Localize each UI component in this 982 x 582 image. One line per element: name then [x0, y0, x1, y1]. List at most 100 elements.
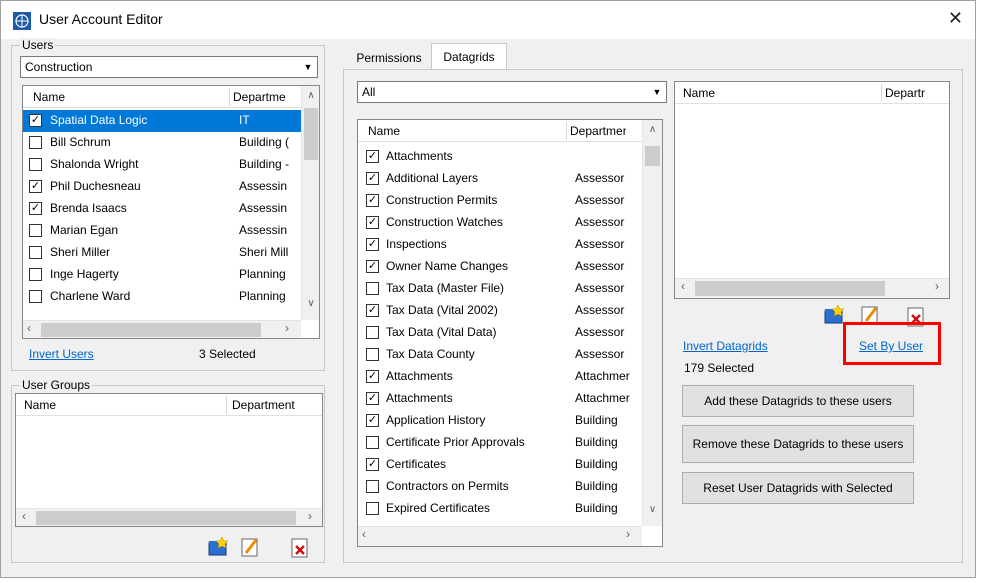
- unchecked-checkbox[interactable]: [29, 290, 42, 303]
- list-item[interactable]: ✓ Certificates Building: [358, 454, 642, 476]
- checked-checkbox[interactable]: ✓: [29, 180, 42, 193]
- list-item[interactable]: Tax Data (Master File) Assessor: [358, 278, 642, 300]
- chevron-down-icon[interactable]: ▼: [299, 57, 317, 77]
- list-item[interactable]: Bill Schrum Building (: [23, 132, 301, 154]
- checked-checkbox[interactable]: ✓: [29, 114, 42, 127]
- scroll-thumb[interactable]: [304, 108, 318, 160]
- users-list[interactable]: Name Departme ✓ Spatial Data Logic IT Bill …: [22, 85, 320, 339]
- list-item[interactable]: Tax Data County Assessor: [358, 344, 642, 366]
- list-item[interactable]: ✓ Inspections Assessor: [358, 234, 642, 256]
- column-divider[interactable]: [566, 122, 567, 140]
- list-item[interactable]: Marian Egan Assessin: [23, 220, 301, 242]
- scroll-down-icon[interactable]: ∨: [643, 504, 662, 515]
- datagrids-vertical-scrollbar[interactable]: ∧ ∨: [642, 120, 662, 526]
- checked-checkbox[interactable]: ✓: [29, 202, 42, 215]
- datagrid-filter-dropdown[interactable]: All ▼: [357, 81, 667, 103]
- checked-checkbox[interactable]: ✓: [366, 216, 379, 229]
- datagrid-users-col-name[interactable]: Name: [683, 86, 715, 100]
- groups-horizontal-scrollbar[interactable]: ‹ ›: [16, 508, 322, 526]
- checked-checkbox[interactable]: ✓: [366, 260, 379, 273]
- list-item[interactable]: ✓ Phil Duchesneau Assessin: [23, 176, 301, 198]
- scroll-left-icon[interactable]: ‹: [681, 279, 685, 293]
- checked-checkbox[interactable]: ✓: [366, 414, 379, 427]
- scroll-thumb[interactable]: [36, 511, 296, 525]
- scroll-right-icon[interactable]: ›: [285, 321, 289, 335]
- unchecked-checkbox[interactable]: [366, 480, 379, 493]
- datagrid-users-horizontal-scrollbar[interactable]: ‹ ›: [675, 278, 949, 298]
- checked-checkbox[interactable]: ✓: [366, 238, 379, 251]
- list-item[interactable]: ✓ Attachments Attachmer: [358, 388, 642, 410]
- scroll-left-icon[interactable]: ‹: [22, 509, 26, 523]
- new-datagrid-icon[interactable]: [823, 304, 845, 326]
- checked-checkbox[interactable]: ✓: [366, 172, 379, 185]
- edit-group-icon[interactable]: [239, 536, 261, 558]
- groups-col-department[interactable]: Department: [232, 398, 295, 412]
- new-group-icon[interactable]: [207, 536, 229, 558]
- scroll-right-icon[interactable]: ›: [626, 527, 630, 541]
- list-item[interactable]: ✓ Construction Watches Assessor: [358, 212, 642, 234]
- invert-datagrids-link[interactable]: Invert Datagrids: [683, 339, 768, 353]
- chevron-down-icon[interactable]: ▼: [648, 82, 666, 102]
- list-item[interactable]: ✓ Additional Layers Assessor: [358, 168, 642, 190]
- unchecked-checkbox[interactable]: [29, 246, 42, 259]
- checked-checkbox[interactable]: ✓: [366, 370, 379, 383]
- list-item[interactable]: Sheri Miller Sheri Mill: [23, 242, 301, 264]
- scroll-thumb[interactable]: [41, 323, 261, 337]
- list-item[interactable]: Inge Hagerty Planning: [23, 264, 301, 286]
- unchecked-checkbox[interactable]: [29, 158, 42, 171]
- add-datagrids-button[interactable]: Add these Datagrids to these users: [682, 385, 914, 417]
- users-col-name[interactable]: Name: [33, 90, 65, 104]
- datagrid-users-list[interactable]: Name Departr ‹ ›: [674, 81, 950, 299]
- scroll-left-icon[interactable]: ‹: [27, 321, 31, 335]
- scroll-right-icon[interactable]: ›: [935, 279, 939, 293]
- list-item[interactable]: ✓ Owner Name Changes Assessor: [358, 256, 642, 278]
- unchecked-checkbox[interactable]: [366, 348, 379, 361]
- datagrids-col-name[interactable]: Name: [368, 124, 400, 138]
- column-divider[interactable]: [881, 84, 882, 102]
- checked-checkbox[interactable]: ✓: [366, 304, 379, 317]
- checked-checkbox[interactable]: ✓: [366, 150, 379, 163]
- scroll-right-icon[interactable]: ›: [308, 509, 312, 523]
- tab-permissions[interactable]: Permissions: [349, 45, 429, 71]
- invert-users-link[interactable]: Invert Users: [29, 347, 94, 361]
- unchecked-checkbox[interactable]: [29, 136, 42, 149]
- list-item[interactable]: Expired Certificates Building: [358, 498, 642, 520]
- datagrids-horizontal-scrollbar[interactable]: ‹ ›: [358, 526, 642, 546]
- groups-col-name[interactable]: Name: [24, 398, 56, 412]
- checked-checkbox[interactable]: ✓: [366, 194, 379, 207]
- checked-checkbox[interactable]: ✓: [366, 458, 379, 471]
- datagrids-list[interactable]: Name Departmer ✓ Attachments ✓ Additional L…: [357, 119, 663, 547]
- list-item[interactable]: Tax Data (Vital Data) Assessor: [358, 322, 642, 344]
- unchecked-checkbox[interactable]: [366, 502, 379, 515]
- users-vertical-scrollbar[interactable]: ∧ ∨: [301, 86, 319, 320]
- list-item[interactable]: Certificate Prior Approvals Building: [358, 432, 642, 454]
- column-divider[interactable]: [229, 88, 230, 106]
- user-groups-list[interactable]: Name Department ‹ ›: [15, 393, 323, 527]
- unchecked-checkbox[interactable]: [366, 436, 379, 449]
- unchecked-checkbox[interactable]: [366, 282, 379, 295]
- users-horizontal-scrollbar[interactable]: ‹ ›: [23, 320, 301, 338]
- close-icon[interactable]: ✕: [948, 8, 963, 29]
- list-item[interactable]: Contractors on Permits Building: [358, 476, 642, 498]
- list-item[interactable]: ✓ Attachments Attachmer: [358, 366, 642, 388]
- scroll-down-icon[interactable]: ∨: [302, 298, 319, 309]
- unchecked-checkbox[interactable]: [29, 268, 42, 281]
- users-department-dropdown[interactable]: Construction ▼: [20, 56, 318, 78]
- scroll-up-icon[interactable]: ∧: [643, 124, 662, 135]
- list-item[interactable]: ✓ Attachments: [358, 146, 642, 168]
- list-item[interactable]: ✓ Construction Permits Assessor: [358, 190, 642, 212]
- list-item[interactable]: ✓ Application History Building: [358, 410, 642, 432]
- scroll-thumb[interactable]: [695, 281, 885, 296]
- scroll-left-icon[interactable]: ‹: [362, 527, 366, 541]
- list-item[interactable]: Charlene Ward Planning: [23, 286, 301, 308]
- datagrid-users-col-department[interactable]: Departr: [885, 86, 949, 100]
- list-item[interactable]: Shalonda Wright Building -: [23, 154, 301, 176]
- reset-user-datagrids-button[interactable]: Reset User Datagrids with Selected: [682, 472, 914, 504]
- list-item[interactable]: ✓ Tax Data (Vital 2002) Assessor: [358, 300, 642, 322]
- datagrids-col-department[interactable]: Departmer: [570, 124, 626, 138]
- unchecked-checkbox[interactable]: [366, 326, 379, 339]
- list-item[interactable]: ✓ Spatial Data Logic IT: [23, 110, 301, 132]
- delete-group-icon[interactable]: [289, 537, 311, 559]
- scroll-up-icon[interactable]: ∧: [302, 90, 319, 101]
- list-item[interactable]: ✓ Brenda Isaacs Assessin: [23, 198, 301, 220]
